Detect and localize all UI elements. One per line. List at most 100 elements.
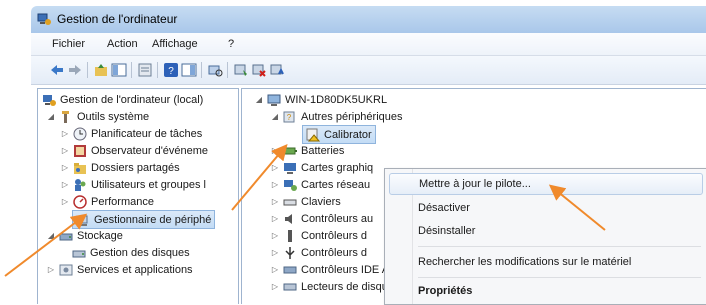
menu-separator [418, 246, 701, 247]
toolbar-separator [157, 62, 158, 78]
menu-fichier[interactable]: Fichier [52, 38, 85, 50]
collapsed-arrow-icon[interactable]: ▷ [270, 282, 280, 292]
tree-item-label: Gestion de l'ordinateur (local) [60, 93, 204, 106]
menu-help[interactable]: ? [228, 38, 234, 50]
storage-icon [59, 233, 73, 240]
window-title: Gestion de l'ordinateur [57, 12, 178, 26]
device-category-controllers-d1[interactable]: ▷ Contrôleurs d [270, 227, 367, 244]
menu-affichage[interactable]: Affichage [152, 38, 198, 50]
toolbar: ? [31, 56, 706, 85]
collapsed-arrow-icon[interactable]: ▷ [270, 197, 280, 207]
collapsed-arrow-icon[interactable]: ▷ [270, 231, 280, 241]
scan-hardware-icon[interactable] [207, 62, 223, 78]
device-tree-root[interactable]: ◢ WIN-1D80DK5UKRL [254, 91, 387, 108]
performance-icon [73, 194, 87, 209]
users-icon [75, 178, 86, 191]
tree-item-services-apps[interactable]: ▷ Services et applications [46, 261, 193, 278]
forward-icon[interactable] [67, 62, 83, 78]
device-tree-label: Contrôleurs d [301, 229, 368, 242]
collapsed-arrow-icon[interactable]: ▷ [60, 197, 70, 207]
controller-icon [288, 229, 292, 242]
menu-update-driver[interactable]: Mettre à jour le pilote... [389, 173, 703, 195]
tree-item-event-viewer[interactable]: ▷ Observateur d'événeme [60, 142, 208, 159]
back-icon[interactable] [49, 62, 65, 78]
up-folder-icon[interactable] [93, 62, 109, 78]
device-category-audio-controllers[interactable]: ▷ Contrôleurs au [270, 210, 373, 227]
view-icon[interactable] [137, 62, 153, 78]
expanded-arrow-icon[interactable]: ◢ [46, 112, 56, 122]
uninstall-icon[interactable] [251, 62, 267, 78]
collapsed-arrow-icon[interactable]: ▷ [270, 146, 280, 156]
disk-management-icon [72, 250, 86, 257]
menu-properties[interactable]: Propriétés [389, 280, 703, 302]
tree-item-performance[interactable]: ▷ Performance [60, 193, 154, 210]
collapsed-arrow-icon[interactable]: ▷ [46, 265, 56, 275]
tree-item-task-scheduler[interactable]: ▷ Planificateur de tâches [60, 125, 202, 142]
warning-device-icon [306, 128, 320, 141]
device-category-display[interactable]: ▷ Cartes graphiq [270, 159, 373, 176]
device-context-menu: Mettre à jour le pilote... Désactiver Dé… [384, 168, 706, 305]
title-bar: Gestion de l'ordinateur [31, 6, 706, 33]
clock-icon [73, 127, 87, 140]
device-tree-label: Lecteurs de disque [301, 280, 394, 293]
expanded-arrow-icon[interactable]: ◢ [46, 231, 56, 241]
device-category-keyboards[interactable]: ▷ Claviers [270, 193, 341, 210]
device-category-batteries[interactable]: ▷ Batteries [270, 142, 345, 159]
tree-item-computer-management[interactable]: Gestion de l'ordinateur (local) [42, 91, 203, 108]
tree-item-label: Dossiers partagés [91, 161, 180, 174]
tree-item-label: Performance [91, 195, 154, 208]
device-category-other[interactable]: ◢ ? Autres périphériques [270, 108, 403, 125]
menu-item-label: Désinstaller [418, 225, 476, 237]
menu-action[interactable]: Action [107, 38, 138, 50]
update-driver-icon[interactable] [233, 62, 249, 78]
device-tree-label: Contrôleurs au [301, 212, 374, 225]
collapsed-arrow-icon[interactable]: ▷ [60, 163, 70, 173]
tree-item-users-groups[interactable]: ▷ Utilisateurs et groupes l [60, 176, 206, 193]
device-manager-icon [76, 215, 88, 226]
device-tree-label: Claviers [301, 195, 341, 208]
ide-controller-icon [283, 266, 297, 273]
collapsed-arrow-icon[interactable]: ▷ [270, 265, 280, 275]
collapsed-arrow-icon[interactable]: ▷ [270, 163, 280, 173]
device-category-controllers-d2[interactable]: ▷ Contrôleurs d [270, 244, 367, 261]
collapsed-arrow-icon[interactable]: ▷ [270, 180, 280, 190]
collapsed-arrow-icon[interactable]: ▷ [60, 180, 70, 190]
expanded-arrow-icon[interactable]: ◢ [270, 112, 280, 122]
toolbar-separator [87, 62, 88, 78]
menu-scan-hardware[interactable]: Rechercher les modifications sur le maté… [389, 251, 703, 273]
collapsed-arrow-icon[interactable]: ▷ [60, 129, 70, 139]
event-viewer-icon [74, 144, 86, 157]
speaker-icon [285, 213, 292, 224]
tree-item-label: Utilisateurs et groupes l [91, 178, 206, 191]
collapsed-arrow-icon[interactable]: ▷ [60, 146, 70, 156]
console-tree-icon[interactable] [111, 62, 127, 78]
toolbar-separator [227, 62, 228, 78]
device-tree-label: Contrôleurs d [301, 246, 368, 259]
shared-folder-icon [74, 162, 86, 174]
menu-item-label: Rechercher les modifications sur le maté… [418, 256, 632, 268]
display-adapter-icon [284, 162, 296, 174]
expanded-arrow-icon[interactable]: ◢ [254, 95, 264, 105]
menu-uninstall[interactable]: Désinstaller [389, 220, 703, 242]
menu-disable[interactable]: Désactiver [389, 197, 703, 219]
collapsed-arrow-icon[interactable]: ▷ [270, 214, 280, 224]
tree-item-system-tools[interactable]: ◢ Outils système [46, 108, 149, 125]
device-category-disk-drives[interactable]: ▷ Lecteurs de disque [270, 278, 394, 295]
menu-separator [418, 277, 701, 278]
tree-item-label: Planificateur de tâches [91, 127, 203, 140]
network-adapter-icon [284, 179, 297, 191]
device-category-network[interactable]: ▷ Cartes réseau [270, 176, 370, 193]
tree-item-shared-folders[interactable]: ▷ Dossiers partagés [60, 159, 180, 176]
usb-icon [285, 246, 295, 259]
help-icon[interactable]: ? [163, 62, 179, 78]
svg-text:?: ? [287, 113, 292, 122]
enable-device-icon[interactable] [269, 62, 285, 78]
tree-item-disk-management[interactable]: Gestion des disques [72, 244, 190, 261]
collapsed-arrow-icon[interactable]: ▷ [270, 248, 280, 258]
unknown-device-icon: ? [283, 111, 295, 122]
tree-item-label: Gestion des disques [90, 246, 190, 259]
action-pane-icon[interactable] [181, 62, 197, 78]
tree-item-storage[interactable]: ◢ Stockage [46, 227, 123, 244]
device-tree-label: Calibrator [324, 128, 372, 141]
menu-item-label: Désactiver [418, 202, 470, 214]
